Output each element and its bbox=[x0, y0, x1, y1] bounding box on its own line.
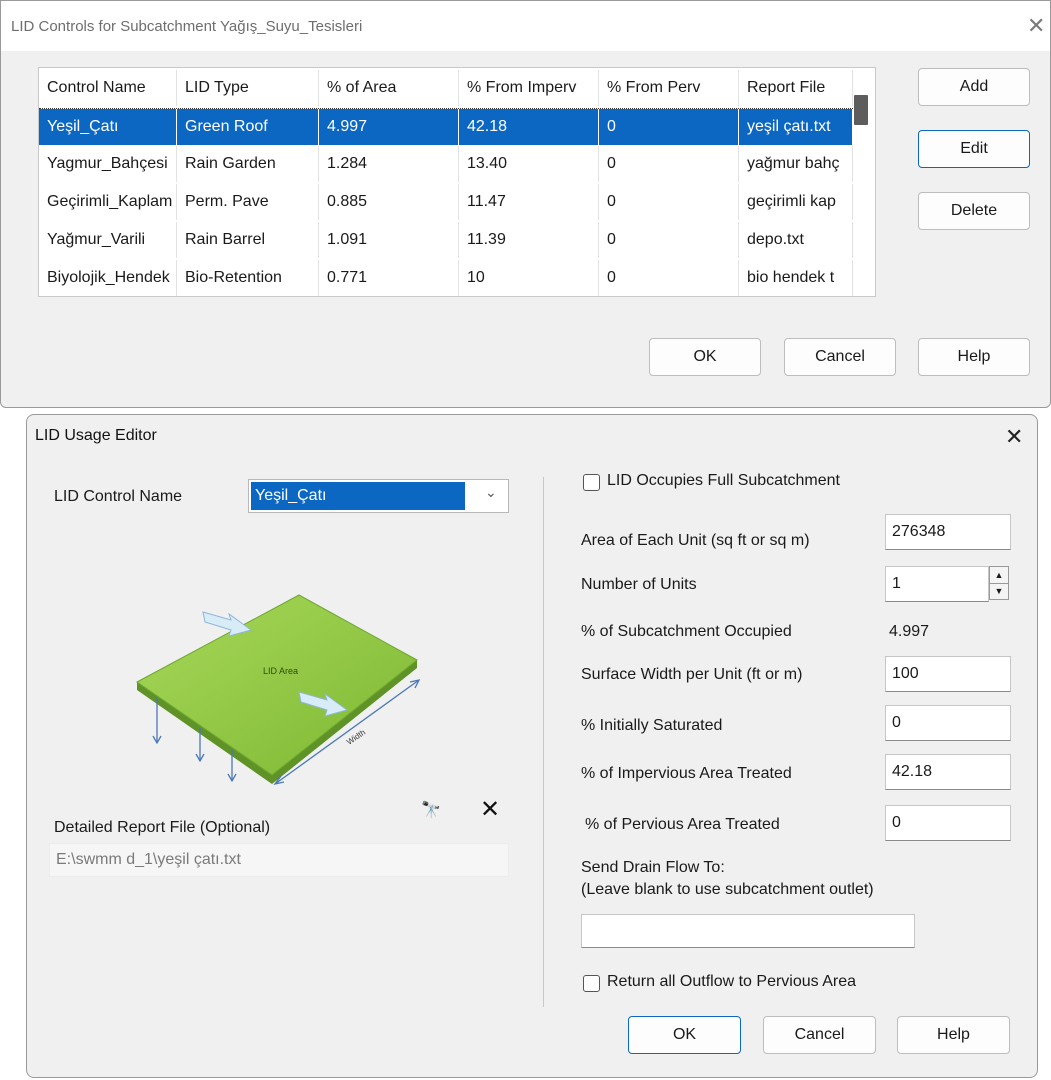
cell-pct-imperv: 10 bbox=[459, 260, 599, 296]
table-row[interactable]: Yeşil_Çatı Green Roof 4.997 42.18 0 yeşi… bbox=[39, 108, 853, 145]
cell-lid-type: Bio-Retention bbox=[177, 260, 319, 296]
cell-report-file: depo.txt bbox=[739, 222, 853, 258]
close-icon[interactable]: ✕ bbox=[1027, 15, 1045, 37]
pct-occupied-label: % of Subcatchment Occupied bbox=[581, 623, 792, 640]
send-drain-label: Send Drain Flow To: bbox=[581, 859, 725, 876]
cell-control-name: Yeşil_Çatı bbox=[39, 109, 177, 145]
dropdown-selected-value: Yeşil_Çatı bbox=[251, 482, 465, 510]
pervious-treated-label: % of Pervious Area Treated bbox=[585, 816, 780, 833]
cell-lid-type: Green Roof bbox=[177, 109, 319, 145]
cell-lid-type: Rain Barrel bbox=[177, 222, 319, 258]
title-bar: LID Controls for Subcatchment Yağış_Suyu… bbox=[1, 1, 1050, 51]
column-header[interactable]: Report File bbox=[739, 70, 853, 106]
lid-control-name-dropdown[interactable]: Yeşil_Çatı ⌄ bbox=[248, 479, 509, 513]
cell-pct-area: 0.885 bbox=[319, 184, 459, 220]
surface-width-field[interactable]: 100 bbox=[885, 656, 1011, 692]
add-button[interactable]: Add bbox=[918, 68, 1030, 106]
cell-control-name: Geçirimli_Kaplam bbox=[39, 184, 177, 220]
lid-control-name-label: LID Control Name bbox=[54, 488, 183, 505]
cell-pct-imperv: 13.40 bbox=[459, 146, 599, 182]
column-divider bbox=[543, 477, 544, 1007]
cell-pct-perv: 0 bbox=[599, 222, 739, 258]
lid-area-illustration: Width LID Area bbox=[136, 594, 421, 786]
send-drain-field[interactable] bbox=[581, 914, 915, 948]
spin-down-icon[interactable]: ▼ bbox=[990, 583, 1008, 599]
cell-control-name: Yagmur_Bahçesi bbox=[39, 146, 177, 182]
window-title: LID Controls for Subcatchment Yağış_Suyu… bbox=[11, 18, 363, 35]
cell-pct-perv: 0 bbox=[599, 184, 739, 220]
cancel-button[interactable]: Cancel bbox=[763, 1016, 876, 1054]
cell-report-file: bio hendek t bbox=[739, 260, 853, 296]
column-header[interactable]: % From Imperv bbox=[459, 70, 599, 106]
help-button[interactable]: Help bbox=[918, 338, 1030, 376]
lid-controls-window: LID Controls for Subcatchment Yağış_Suyu… bbox=[0, 0, 1051, 408]
cell-pct-perv: 0 bbox=[599, 146, 739, 182]
clear-icon[interactable]: ✕ bbox=[477, 797, 503, 823]
number-units-label: Number of Units bbox=[581, 576, 697, 593]
number-units-field[interactable]: 1 bbox=[885, 566, 989, 602]
cell-lid-type: Perm. Pave bbox=[177, 184, 319, 220]
return-outflow-label: Return all Outflow to Pervious Area bbox=[607, 973, 857, 990]
initially-saturated-field[interactable]: 0 bbox=[885, 705, 1011, 741]
lid-usage-editor-window: LID Usage Editor ✕ LID Control Name Yeşi… bbox=[26, 414, 1038, 1078]
table-scrollbar-thumb[interactable] bbox=[854, 95, 868, 125]
cell-report-file: yeşil çatı.txt bbox=[739, 109, 853, 145]
cell-pct-area: 0.771 bbox=[319, 260, 459, 296]
spin-up-icon[interactable]: ▲ bbox=[990, 567, 1008, 584]
send-drain-hint: (Leave blank to use subcatchment outlet) bbox=[581, 881, 874, 898]
browse-icon[interactable]: 🔭 bbox=[419, 799, 443, 823]
cell-pct-area: 4.997 bbox=[319, 109, 459, 145]
cell-report-file: geçirimli kap bbox=[739, 184, 853, 220]
column-header[interactable]: % From Perv bbox=[599, 70, 739, 106]
area-each-unit-field[interactable]: 276348 bbox=[885, 514, 1011, 550]
table-header: Control Name LID Type % of Area % From I… bbox=[39, 70, 875, 106]
cell-pct-imperv: 42.18 bbox=[459, 109, 599, 145]
initially-saturated-label: % Initially Saturated bbox=[581, 717, 723, 734]
surface-width-label: Surface Width per Unit (ft or m) bbox=[581, 666, 803, 683]
table-row[interactable]: Biyolojik_Hendek Bio-Retention 0.771 10 … bbox=[39, 260, 853, 296]
occupies-full-label: LID Occupies Full Subcatchment bbox=[607, 472, 840, 489]
window-title: LID Usage Editor bbox=[35, 427, 157, 444]
table-row[interactable]: Yagmur_Bahçesi Rain Garden 1.284 13.40 0… bbox=[39, 146, 853, 182]
pct-occupied-value: 4.997 bbox=[889, 623, 930, 640]
report-file-field[interactable]: E:\swmm d_1\yeşil çatı.txt bbox=[49, 843, 509, 877]
column-header[interactable]: LID Type bbox=[177, 70, 319, 106]
impervious-treated-label: % of Impervious Area Treated bbox=[581, 765, 792, 782]
table-row[interactable]: Geçirimli_Kaplam Perm. Pave 0.885 11.47 … bbox=[39, 184, 853, 220]
cell-pct-perv: 0 bbox=[599, 109, 739, 145]
cell-pct-imperv: 11.47 bbox=[459, 184, 599, 220]
lid-area-label: LID Area bbox=[263, 666, 298, 676]
cell-pct-perv: 0 bbox=[599, 260, 739, 296]
report-file-label: Detailed Report File (Optional) bbox=[54, 819, 271, 836]
cancel-button[interactable]: Cancel bbox=[784, 338, 896, 376]
area-each-unit-label: Area of Each Unit (sq ft or sq m) bbox=[581, 532, 810, 549]
number-units-spinner[interactable]: ▲ ▼ bbox=[989, 566, 1009, 600]
cell-lid-type: Rain Garden bbox=[177, 146, 319, 182]
ok-button[interactable]: OK bbox=[628, 1016, 741, 1054]
cell-report-file: yağmur bahç bbox=[739, 146, 853, 182]
delete-button[interactable]: Delete bbox=[918, 192, 1030, 230]
help-button[interactable]: Help bbox=[897, 1016, 1010, 1054]
edit-button[interactable]: Edit bbox=[918, 130, 1030, 168]
cell-control-name: Biyolojik_Hendek bbox=[39, 260, 177, 296]
table-row[interactable]: Yağmur_Varili Rain Barrel 1.091 11.39 0 … bbox=[39, 222, 853, 258]
cell-pct-area: 1.091 bbox=[319, 222, 459, 258]
ok-button[interactable]: OK bbox=[649, 338, 761, 376]
column-header[interactable]: Control Name bbox=[39, 70, 177, 106]
return-outflow-checkbox[interactable] bbox=[583, 975, 600, 992]
pervious-treated-field[interactable]: 0 bbox=[885, 805, 1011, 841]
lid-controls-table[interactable]: Control Name LID Type % of Area % From I… bbox=[38, 67, 876, 297]
cell-pct-area: 1.284 bbox=[319, 146, 459, 182]
column-header[interactable]: % of Area bbox=[319, 70, 459, 106]
close-icon[interactable]: ✕ bbox=[1005, 426, 1023, 448]
occupies-full-checkbox[interactable] bbox=[583, 474, 600, 491]
cell-pct-imperv: 11.39 bbox=[459, 222, 599, 258]
cell-control-name: Yağmur_Varili bbox=[39, 222, 177, 258]
chevron-down-icon[interactable]: ⌄ bbox=[485, 484, 497, 501]
impervious-treated-field[interactable]: 42.18 bbox=[885, 754, 1011, 790]
